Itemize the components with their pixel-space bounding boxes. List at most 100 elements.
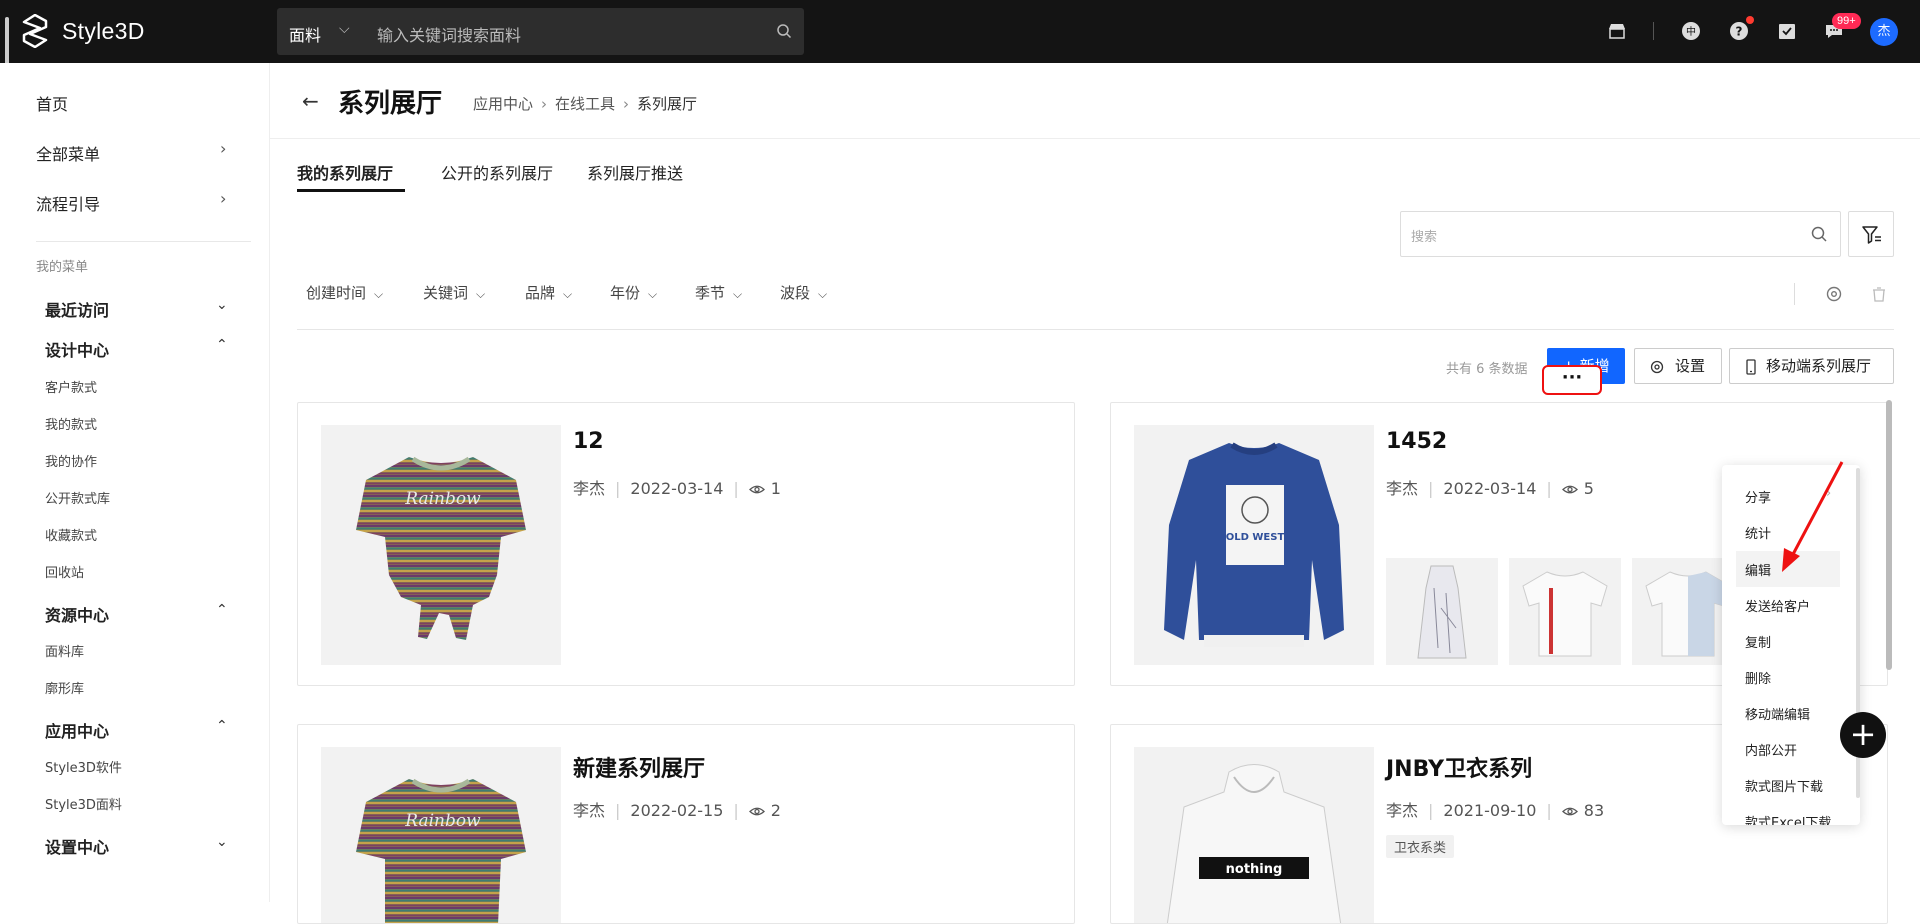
sidebar-item-favorites[interactable]: 收藏款式	[45, 525, 97, 544]
tab-public-showrooms[interactable]: 公开的系列展厅	[441, 160, 553, 184]
cover-image[interactable]: Rainbow	[321, 747, 561, 923]
card-title[interactable]: 新建系列展厅	[573, 751, 705, 783]
menu-item-mobile-edit[interactable]: 移动端编辑	[1745, 704, 1810, 723]
brand-name[interactable]: Style3D	[62, 18, 145, 45]
sidebar-item-recycle-bin[interactable]: 回收站	[45, 562, 84, 581]
menu-item-delete[interactable]: 删除	[1745, 668, 1771, 687]
menu-item-download-excel[interactable]: 款式Excel下载	[1745, 812, 1831, 825]
main-scrollbar[interactable]	[1886, 400, 1892, 670]
filter-keyword[interactable]: 关键词 ⌵	[423, 282, 485, 303]
chevron-down-icon[interactable]: ⌄	[216, 297, 228, 313]
chevron-right-icon[interactable]: ›	[220, 189, 226, 208]
tab-showroom-push[interactable]: 系列展厅推送	[587, 160, 683, 184]
cover-image[interactable]: Rainbow	[321, 425, 561, 665]
menu-item-copy[interactable]: 复制	[1745, 632, 1771, 651]
card-meta: 李杰 | 2022-02-15 | 2	[573, 801, 781, 820]
page-title: 系列展厅	[338, 89, 443, 119]
menu-item-internal-public[interactable]: 内部公开	[1745, 740, 1797, 759]
sidebar-item-fabric-library[interactable]: 面料库	[45, 641, 84, 660]
style3d-logo-icon[interactable]	[22, 14, 48, 48]
sidebar-item-style3d-fabric[interactable]: Style3D面料	[45, 794, 122, 813]
style-thumbnail[interactable]	[1509, 558, 1621, 665]
settings-icon[interactable]	[1825, 285, 1843, 303]
chevron-right-icon: ›	[623, 95, 630, 113]
sidebar-group-apps[interactable]: 应用中心	[45, 718, 109, 742]
filter-season[interactable]: 季节 ⌵	[695, 282, 742, 303]
floating-add-button[interactable]: +	[1840, 712, 1886, 758]
showroom-card[interactable]: Rainbow 12 李杰 | 2022-03-14 | 1	[297, 402, 1075, 686]
sidebar-group-recent[interactable]: 最近访问	[45, 297, 109, 321]
help-icon[interactable]: ?	[1728, 20, 1750, 42]
chevron-down-icon: ⌵	[374, 287, 384, 301]
shirt-print-text: OLD WEST	[1226, 532, 1285, 543]
cover-image[interactable]: OLD WEST	[1134, 425, 1374, 665]
filter-year[interactable]: 年份 ⌵	[610, 282, 657, 303]
card-author: 李杰	[573, 479, 606, 498]
sidebar-group-resources[interactable]: 资源中心	[45, 602, 109, 626]
trash-icon[interactable]	[1870, 285, 1888, 303]
filter-brand[interactable]: 品牌 ⌵	[525, 282, 572, 303]
avatar[interactable]: 杰	[1870, 18, 1898, 46]
card-title[interactable]: JNBY卫衣系列	[1386, 751, 1532, 783]
sidebar-item-my-styles[interactable]: 我的款式	[45, 414, 97, 433]
active-tab-indicator	[297, 189, 405, 192]
eye-icon	[1561, 807, 1578, 816]
search-icon[interactable]	[776, 23, 792, 39]
card-title[interactable]: 1452	[1386, 429, 1447, 454]
svg-text:?: ?	[1736, 25, 1743, 39]
chevron-right-icon[interactable]: ›	[220, 139, 226, 158]
search-icon[interactable]	[1810, 225, 1828, 243]
chevron-down-icon[interactable]: ⌵	[339, 21, 350, 37]
sidebar-group-design[interactable]: 设计中心	[45, 337, 109, 361]
showroom-card[interactable]: Rainbow 新建系列展厅 李杰 | 2022-02-15 | 2	[297, 724, 1075, 924]
global-search[interactable]: 面料 ⌵ 输入关键词搜索面料	[277, 8, 804, 55]
card-views: 83	[1583, 801, 1605, 820]
chevron-up-icon[interactable]: ⌃	[216, 602, 228, 618]
settings-button[interactable]: 设置	[1634, 348, 1722, 384]
style-thumbnail[interactable]	[1386, 558, 1498, 665]
filter-wave[interactable]: 波段 ⌵	[780, 282, 827, 303]
menu-item-share[interactable]: 分享	[1745, 487, 1771, 506]
card-views: 5	[1583, 479, 1594, 498]
global-search-input[interactable]: 输入关键词搜索面料	[377, 22, 521, 46]
sidebar-item-public-library[interactable]: 公开款式库	[45, 488, 110, 507]
chevron-down-icon[interactable]: ⌄	[216, 834, 228, 850]
chevron-down-icon: ⌵	[818, 287, 828, 301]
breadcrumb-online-tools[interactable]: 在线工具	[555, 95, 615, 113]
search-input[interactable]: 搜索	[1400, 211, 1841, 257]
menu-item-edit[interactable]: 编辑	[1745, 560, 1771, 579]
language-icon[interactable]: 中	[1680, 20, 1702, 42]
card-views: 1	[770, 479, 781, 498]
divider	[36, 241, 251, 242]
mobile-showroom-button[interactable]: 移动端系列展厅	[1729, 348, 1894, 384]
more-options-button[interactable]: ···	[1542, 365, 1602, 395]
search-category-select[interactable]: 面料	[289, 22, 321, 46]
breadcrumb-app-center[interactable]: 应用中心	[473, 95, 533, 113]
settings-icon	[1650, 360, 1664, 374]
divider	[270, 138, 1920, 139]
sidebar-item-all-menu[interactable]: 全部菜单	[36, 141, 100, 165]
card-title[interactable]: 12	[573, 429, 604, 454]
store-icon[interactable]	[1606, 20, 1628, 42]
sidebar-item-silhouette-library[interactable]: 廓形库	[45, 678, 84, 697]
tab-my-showrooms[interactable]: 我的系列展厅	[297, 160, 393, 184]
menu-item-stats[interactable]: 统计	[1745, 523, 1771, 542]
back-arrow-icon[interactable]: ←	[302, 89, 319, 113]
sidebar-item-style3d-software[interactable]: Style3D软件	[45, 757, 122, 776]
advanced-filter-button[interactable]	[1848, 211, 1894, 257]
chevron-up-icon[interactable]: ⌃	[216, 337, 228, 353]
top-bar: Style3D 面料 ⌵ 输入关键词搜索面料 中 ? 99+ 杰	[0, 0, 1920, 81]
sidebar-item-home[interactable]: 首页	[36, 91, 68, 115]
chevron-up-icon[interactable]: ⌃	[216, 718, 228, 734]
filter-created-time[interactable]: 创建时间 ⌵	[306, 282, 383, 303]
sidebar-group-settings[interactable]: 设置中心	[45, 834, 109, 858]
sidebar-item-customer-styles[interactable]: 客户款式	[45, 377, 97, 396]
divider	[297, 329, 1894, 330]
task-icon[interactable]	[1776, 20, 1798, 42]
total-count: 共有 6 条数据	[1446, 362, 1528, 377]
sidebar-item-process-guide[interactable]: 流程引导	[36, 191, 100, 215]
sidebar-item-my-collab[interactable]: 我的协作	[45, 451, 97, 470]
menu-item-send-to-customer[interactable]: 发送给客户	[1745, 596, 1810, 615]
cover-image[interactable]: nothing	[1134, 747, 1374, 923]
menu-item-download-images[interactable]: 款式图片下载	[1745, 776, 1823, 795]
